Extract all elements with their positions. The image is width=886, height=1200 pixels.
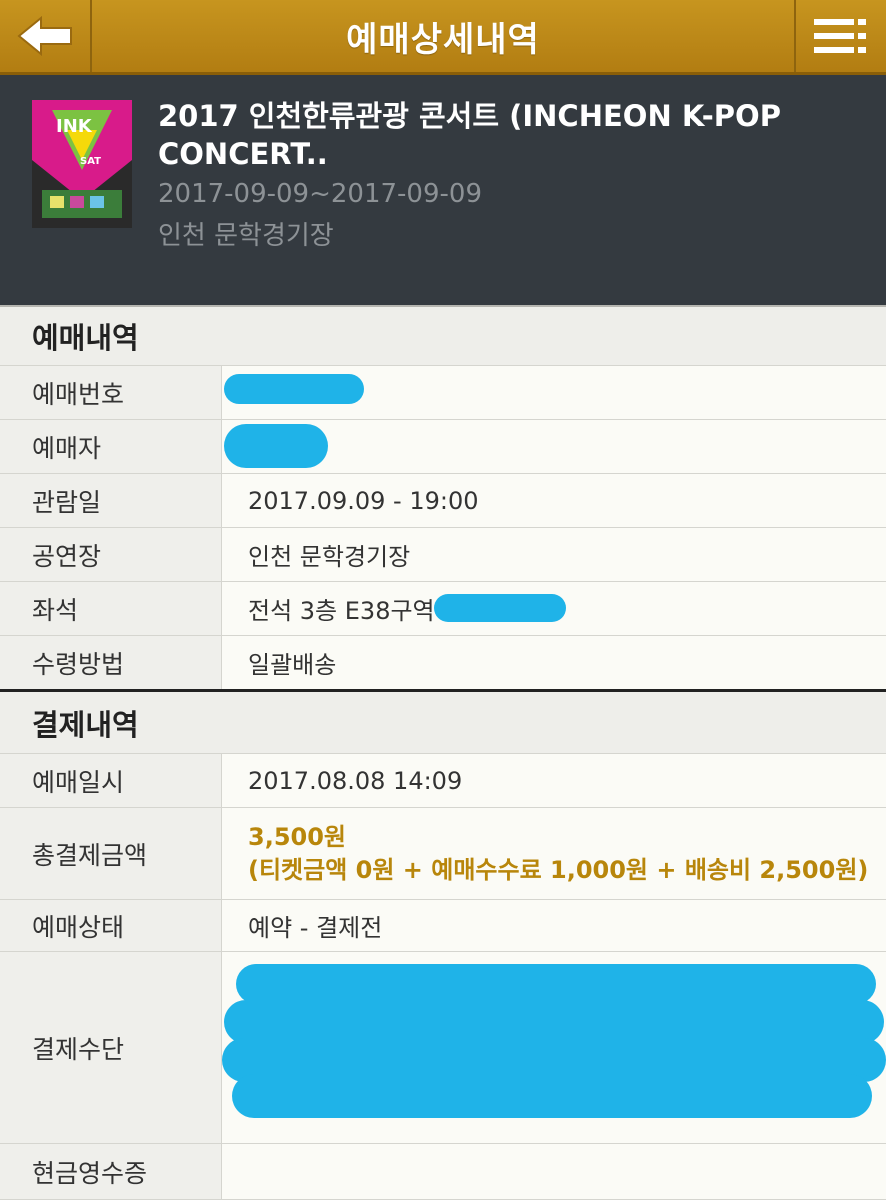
total-amount: 3,500원 [248,822,346,851]
redaction-scribble [224,374,364,404]
delivery-value: 일괄배송 [222,636,886,689]
row-label: 예매상태 [0,900,222,951]
row-label: 관람일 [0,474,222,527]
status-row: 예매상태 예약 - 결제전 [0,899,886,951]
status-value: 예약 - 결제전 [222,900,886,951]
redaction-scribble [224,424,328,468]
booked-at-value: 2017.08.08 14:09 [222,754,886,807]
total-amount-value: 3,500원 (티켓금액 0원 + 예매수수료 1,000원 + 배송비 2,5… [222,808,886,899]
payment-section-title: 결제내역 [0,689,886,753]
row-label: 공연장 [0,528,222,581]
seat-text: 전석 3층 E38구역 [248,597,435,625]
hamburger-menu-icon [814,19,866,53]
cash-receipt-row: 현금영수증 [0,1143,886,1200]
event-venue: 인천 문학경기장 [158,221,334,251]
booker-value [222,420,886,473]
view-date-row: 관람일 2017.09.09 - 19:00 [0,473,886,527]
row-label: 총결제금액 [0,808,222,899]
row-label: 예매일시 [0,754,222,807]
delivery-row: 수령방법 일괄배송 [0,635,886,689]
payment-method-value [222,952,886,1143]
menu-button[interactable] [794,0,886,72]
cash-receipt-value [222,1144,886,1199]
row-label: 예매자 [0,420,222,473]
view-date-value: 2017.09.09 - 19:00 [222,474,886,527]
page-title: 예매상세내역 [346,19,540,60]
row-label: 현금영수증 [0,1144,222,1199]
back-arrow-icon [17,16,72,56]
venue-row: 공연장 인천 문학경기장 [0,527,886,581]
booked-at-row: 예매일시 2017.08.08 14:09 [0,753,886,807]
booking-section-title: 예매내역 [0,305,886,365]
booking-number-row: 예매번호 [0,365,886,419]
event-poster: INK SAT [32,100,132,228]
row-label: 좌석 [0,582,222,635]
redaction-scribble [236,964,876,1004]
price-block: 3,500원 (티켓금액 0원 + 예매수수료 1,000원 + 배송비 2,5… [248,821,868,887]
booking-number-value [222,366,886,419]
row-label: 수령방법 [0,636,222,689]
poster-day: SAT [80,156,101,167]
redaction-scribble [434,594,566,622]
event-summary: INK SAT 2017 인천한류관광 콘서트 (INCHEON K-POP C… [0,75,886,305]
poster-logo: INK [56,116,92,137]
payment-method-row: 결제수단 [0,951,886,1143]
price-breakdown: (티켓금액 0원 + 예매수수료 1,000원 + 배송비 2,500원) [248,855,869,884]
seat-row: 좌석 전석 3층 E38구역 [0,581,886,635]
row-label: 결제수단 [0,952,222,1143]
back-button[interactable] [0,0,92,72]
event-date: 2017-09-09~2017-09-09 [158,179,482,209]
app-header: 예매상세내역 [0,0,886,75]
event-title: 2017 인천한류관광 콘서트 (INCHEON K-POP CONCERT.. [158,99,781,171]
row-label: 예매번호 [0,366,222,419]
redaction-scribble [232,1074,872,1118]
venue-value: 인천 문학경기장 [222,528,886,581]
booker-row: 예매자 [0,419,886,473]
seat-value: 전석 3층 E38구역 [222,582,886,635]
total-amount-row: 총결제금액 3,500원 (티켓금액 0원 + 예매수수료 1,000원 + 배… [0,807,886,899]
